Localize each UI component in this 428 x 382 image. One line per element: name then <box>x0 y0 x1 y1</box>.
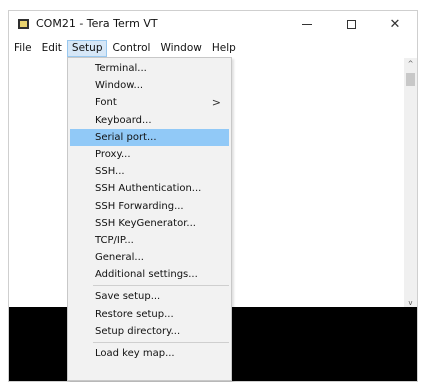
menu-item-label: Load key map... <box>95 348 175 359</box>
menu-file[interactable]: File <box>9 40 37 57</box>
menu-item-label: SSH KeyGenerator... <box>95 217 196 229</box>
minimize-button[interactable] <box>285 11 329 38</box>
menu-item-setup-directory[interactable]: Setup directory... <box>70 323 229 340</box>
window-title: COM21 - Tera Term VT <box>36 17 158 30</box>
menu-item-label: TCP/IP... <box>95 234 134 246</box>
menu-item-label: Serial port... <box>95 131 157 143</box>
menu-item-label: Font <box>95 97 117 109</box>
menu-item-label: Keyboard... <box>95 114 152 126</box>
menu-item-serial-port[interactable]: Serial port... <box>70 128 229 146</box>
minimize-icon <box>302 24 312 25</box>
maximize-button[interactable] <box>329 11 373 38</box>
title-bar[interactable]: COM21 - Tera Term VT ✕ <box>9 11 417 38</box>
close-button[interactable]: ✕ <box>373 11 417 38</box>
menu-item-tcp-ip[interactable]: TCP/IP... <box>70 232 229 249</box>
menu-control[interactable]: Control <box>107 40 155 57</box>
terminal-app-icon[interactable] <box>17 18 30 30</box>
menu-setup[interactable]: Setup <box>66 39 108 57</box>
close-icon: ✕ <box>389 17 401 32</box>
setup-dropdown-menu: Terminal... Window... Font > Keyboard...… <box>67 57 232 381</box>
menu-separator <box>93 342 229 343</box>
scroll-thumb[interactable] <box>406 73 415 86</box>
menu-item-label: Save setup... <box>95 291 161 303</box>
menu-item-additional-settings[interactable]: Additional settings... <box>70 266 229 283</box>
menu-item-label: SSH Authentication... <box>95 183 202 195</box>
menu-item-label: Setup directory... <box>95 325 181 337</box>
menu-item-ssh[interactable]: SSH... <box>70 163 229 180</box>
menu-item-label: SSH Forwarding... <box>95 200 184 212</box>
menu-item-label: Restore setup... <box>95 308 174 320</box>
menu-item-label: Terminal... <box>95 63 147 74</box>
scroll-up-icon[interactable]: ^ <box>404 58 417 70</box>
menu-item-label: Window... <box>95 80 144 92</box>
menu-bar: File Edit Setup Control Window Help <box>9 39 417 57</box>
menu-separator <box>93 285 229 287</box>
tera-term-window: COM21 - Tera Term VT ✕ File Edit Setup C… <box>8 10 418 382</box>
menu-item-label: General... <box>95 252 144 264</box>
menu-window[interactable]: Window <box>155 40 206 57</box>
menu-item-label: SSH... <box>95 166 125 178</box>
maximize-icon <box>346 20 356 29</box>
menu-item-proxy[interactable]: Proxy... <box>70 146 229 163</box>
menu-item-general[interactable]: General... <box>70 249 229 266</box>
menu-edit[interactable]: Edit <box>37 40 67 57</box>
menu-item-label: Additional settings... <box>95 269 198 281</box>
menu-item-window[interactable]: Window... <box>70 77 229 94</box>
menu-item-ssh-authentication[interactable]: SSH Authentication... <box>70 180 229 197</box>
menu-item-label: Proxy... <box>95 148 131 160</box>
menu-item-ssh-keygenerator[interactable]: SSH KeyGenerator... <box>70 215 229 232</box>
menu-item-restore-setup[interactable]: Restore setup... <box>70 306 229 323</box>
menu-help[interactable]: Help <box>207 40 241 57</box>
menu-item-font[interactable]: Font > <box>70 94 229 111</box>
menu-item-keyboard[interactable]: Keyboard... <box>70 112 229 129</box>
menu-item-ssh-forwarding[interactable]: SSH Forwarding... <box>70 198 229 215</box>
menu-item-load-key-map[interactable]: Load key map... <box>70 345 229 362</box>
menu-item-save-setup[interactable]: Save setup... <box>70 288 229 305</box>
menu-item-terminal[interactable]: Terminal... <box>70 60 229 77</box>
chevron-right-icon: > <box>211 96 221 110</box>
vertical-scrollbar[interactable]: ^ v <box>404 58 417 309</box>
